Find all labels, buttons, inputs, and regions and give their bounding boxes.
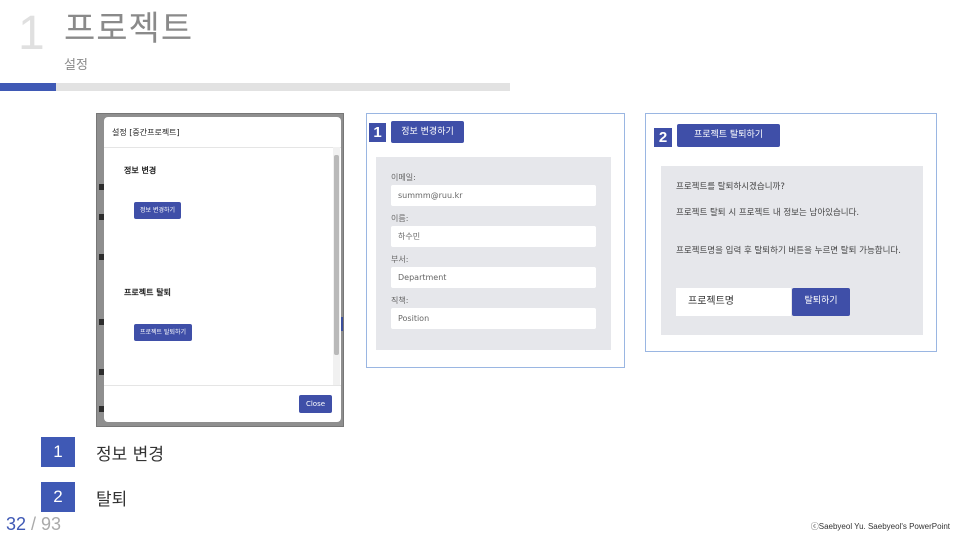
email-field[interactable]: summm@ruu.kr <box>391 185 596 206</box>
project-name-input[interactable]: 프로젝트명 <box>676 288 791 316</box>
info-change-screenshot: 1 정보 변경하기 이메일: summm@ruu.kr 이름: 하수민 부서: … <box>366 113 625 368</box>
withdraw-header-button[interactable]: 프로젝트 탈퇴하기 <box>677 124 780 147</box>
modal-header-divider <box>104 147 341 148</box>
page-separator: / <box>26 514 42 534</box>
page-subtitle: 설정 <box>64 58 88 73</box>
name-field[interactable]: 하수민 <box>391 226 596 247</box>
total-pages: 93 <box>41 514 62 534</box>
withdraw-warning: 프로젝트 탈퇴 시 프로젝트 내 정보는 남아있습니다. <box>676 208 860 218</box>
email-label: 이메일: <box>391 173 416 182</box>
department-field[interactable]: Department <box>391 267 596 288</box>
withdraw-button[interactable]: 탈퇴하기 <box>792 288 850 316</box>
withdraw-section-heading: 프로젝트 탈퇴 <box>124 288 171 297</box>
section-number: 1 <box>18 7 45 60</box>
withdraw-project-button[interactable]: 프로젝트 탈퇴하기 <box>134 324 193 341</box>
change-info-button[interactable]: 정보 변경하기 <box>134 202 182 219</box>
close-button[interactable]: Close <box>299 395 332 413</box>
name-label: 이름: <box>391 214 409 223</box>
settings-modal: 설정 [중간프로젝트] 정보 변경 정보 변경하기 프로젝트 탈퇴 프로젝트 탈… <box>104 117 341 422</box>
position-label: 직책: <box>391 296 409 305</box>
header-accent-bar <box>0 83 56 91</box>
modal-footer-divider <box>104 385 341 386</box>
withdraw-panel: 프로젝트를 탈퇴하시겠습니까? 프로젝트 탈퇴 시 프로젝트 내 정보는 남아있… <box>661 166 923 335</box>
position-field[interactable]: Position <box>391 308 596 329</box>
page-number: 32 / 93 <box>6 514 61 535</box>
header-divider <box>0 83 510 91</box>
current-page: 32 <box>6 514 27 534</box>
withdraw-screenshot: 2 프로젝트 탈퇴하기 프로젝트를 탈퇴하시겠습니까? 프로젝트 탈퇴 시 프로… <box>645 113 937 352</box>
withdraw-instruction: 프로젝트명을 입력 후 탈퇴하기 버튼을 누르면 탈퇴 가능합니다. <box>676 246 901 256</box>
legend-number-2: 2 <box>41 482 75 512</box>
withdraw-question: 프로젝트를 탈퇴하시겠습니까? <box>676 182 785 192</box>
step-badge: 1 <box>369 123 386 142</box>
legend-text-1: 정보 변경 <box>96 445 164 465</box>
page-title: 프로젝트 <box>64 9 194 49</box>
step-badge: 2 <box>654 128 672 147</box>
copyright: ⓒSaebyeol Yu. Saebyeol's PowerPoint <box>810 522 950 531</box>
department-label: 부서: <box>391 255 409 264</box>
info-form-panel: 이메일: summm@ruu.kr 이름: 하수민 부서: Department… <box>376 157 611 350</box>
modal-scrollbar-thumb[interactable] <box>334 155 339 355</box>
info-section-heading: 정보 변경 <box>124 166 157 175</box>
change-info-header-button[interactable]: 정보 변경하기 <box>391 121 464 143</box>
legend-text-2: 탈퇴 <box>96 490 128 510</box>
modal-title: 설정 [중간프로젝트] <box>112 128 180 137</box>
settings-modal-screenshot: 설정 [중간프로젝트] 정보 변경 정보 변경하기 프로젝트 탈퇴 프로젝트 탈… <box>96 113 344 427</box>
legend-number-1: 1 <box>41 437 75 467</box>
